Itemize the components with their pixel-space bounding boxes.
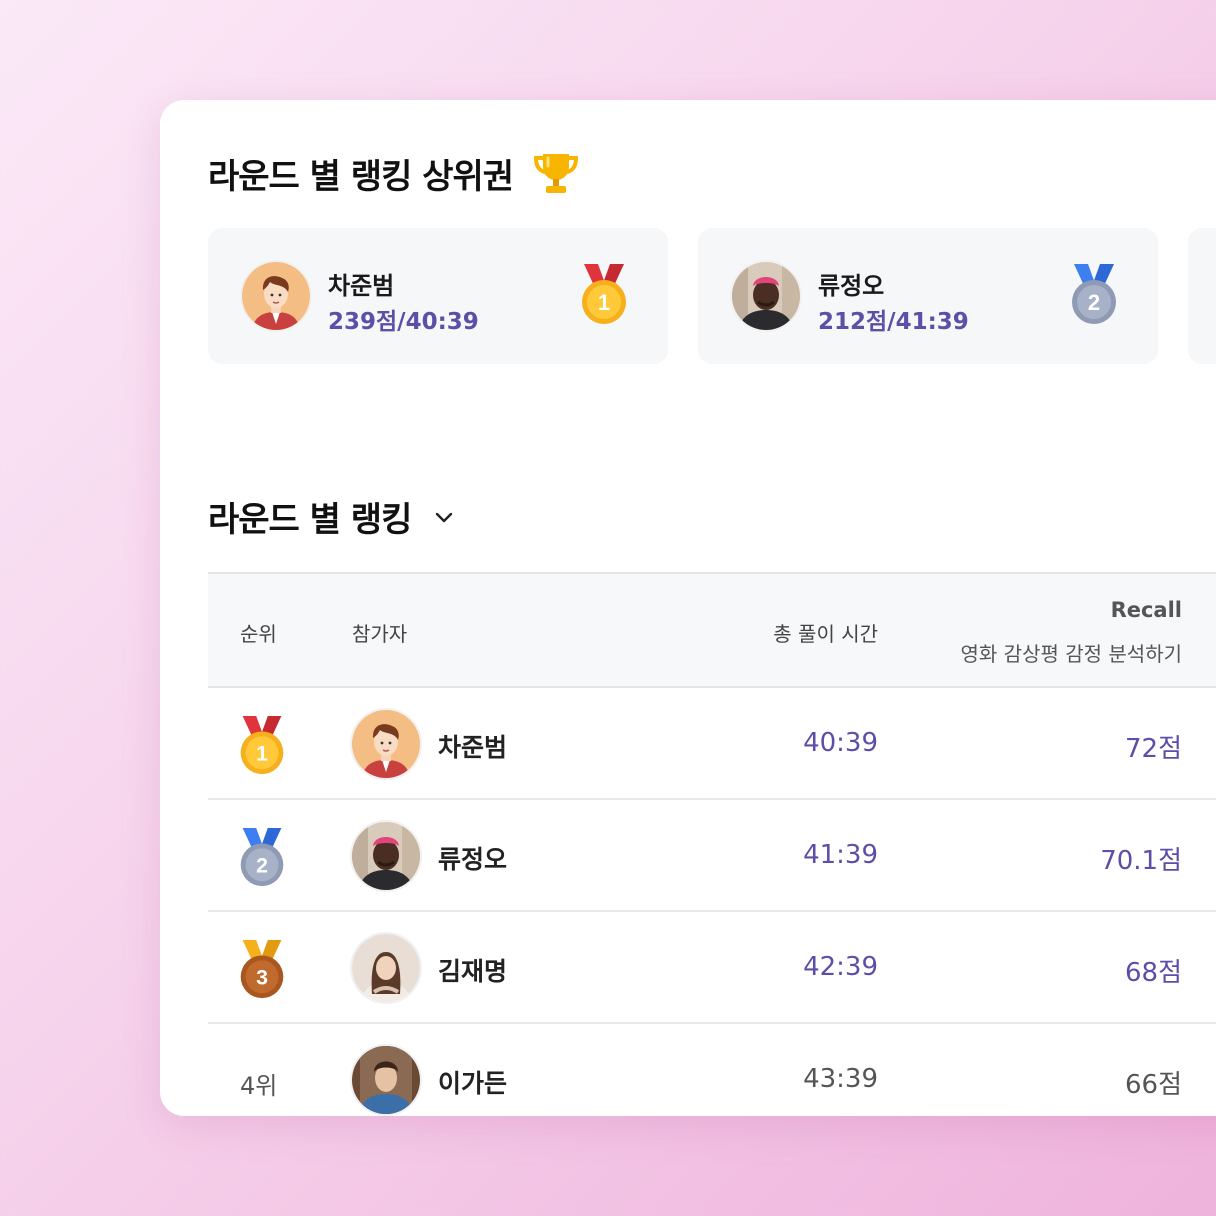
header-rank: 순위 [240,622,277,646]
trophy-icon [534,154,579,193]
silver-medal-icon: 2 [1072,264,1116,324]
bronze-medal-icon: 3 [240,939,284,999]
total-time: 42:39 [803,952,878,982]
top-ranking-cards: 차준범 239점/40:39 1 류정오 212점/41:39 2 [208,228,1216,364]
top-card-1[interactable]: 차준범 239점/40:39 1 [208,228,668,364]
avatar [350,932,422,1004]
medal-number: 1 [598,290,610,315]
recall-score: 66점 [1124,1070,1182,1100]
medal-number: 2 [256,854,268,878]
gold-medal-icon: 1 [240,715,284,775]
medal-number: 3 [256,966,268,990]
table-row[interactable]: 1 차준범 40:39 72점 [208,688,1216,800]
player-name: 류정오 [438,845,508,874]
top-ranking-header: 라운드 별 랭킹 상위권 [208,148,581,198]
gold-medal-icon: 1 [582,264,626,324]
avatar [240,260,312,332]
chevron-down-icon[interactable] [431,504,457,530]
top-card-2[interactable]: 류정오 212점/41:39 2 [698,228,1158,364]
recall-score: 72점 [1124,734,1182,764]
avatar [730,260,802,332]
recall-score: 70.1점 [1100,846,1182,876]
ranking-panel: 라운드 별 랭킹 상위권 차준범 239점/40:39 1 류정오 212점/4… [160,100,1216,1116]
top-card-score: 212점/41:39 [818,309,969,335]
top-card-name: 류정오 [818,272,885,300]
total-time: 41:39 [803,840,878,870]
header-metric: Recall [1110,598,1182,622]
table-header: 순위 참가자 총 풀이 시간 Recall 영화 감상평 감정 분석하기 [208,572,1216,688]
rank-label: 4위 [240,1072,278,1100]
recall-score: 68점 [1124,958,1182,988]
silver-medal-icon: 2 [240,827,284,887]
header-total-time: 총 풀이 시간 [773,622,878,646]
avatar [350,1044,422,1116]
total-time: 43:39 [803,1064,878,1094]
round-ranking-header[interactable]: 라운드 별 랭킹 [208,492,457,541]
table-row[interactable]: 4위 이가든 43:39 66점 [208,1024,1216,1116]
medal-number: 1 [256,742,268,766]
ranking-table: 순위 참가자 총 풀이 시간 Recall 영화 감상평 감정 분석하기 1 차… [208,572,1216,1116]
medal-number: 2 [1088,290,1100,315]
round-ranking-title: 라운드 별 랭킹 [208,500,412,540]
top-card-score: 239점/40:39 [328,309,479,335]
player-name: 김재명 [438,957,508,986]
table-row[interactable]: 2 류정오 41:39 70.1점 [208,800,1216,912]
table-row[interactable]: 3 김재명 42:39 68점 [208,912,1216,1024]
avatar [350,708,422,780]
top-card-name: 차준범 [328,272,395,300]
avatar [350,820,422,892]
total-time: 40:39 [803,728,878,758]
header-player: 참가자 [352,622,408,646]
player-name: 이가든 [438,1069,508,1098]
top-card-3[interactable] [1188,228,1216,364]
player-name: 차준범 [438,733,508,762]
top-ranking-title: 라운드 별 랭킹 상위권 [208,156,514,197]
header-task: 영화 감상평 감정 분석하기 [960,642,1182,666]
